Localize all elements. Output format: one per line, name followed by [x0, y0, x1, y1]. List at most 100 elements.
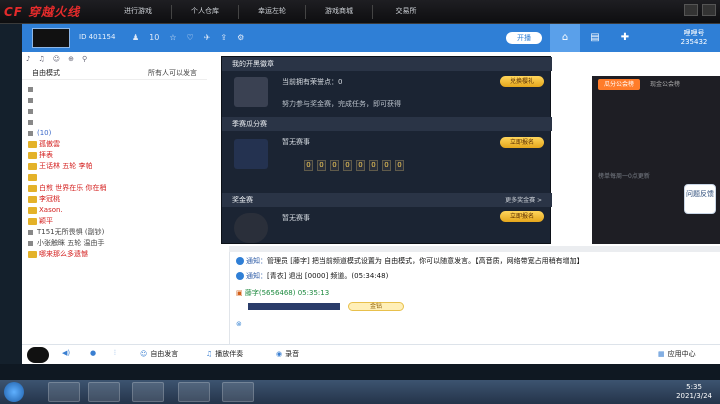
prize-digit: 0: [369, 160, 378, 171]
tree-row[interactable]: Xason.: [28, 205, 207, 216]
taskbar-app-1[interactable]: [48, 382, 80, 402]
add-icon[interactable]: ⊕: [68, 55, 74, 63]
equalizer-icon[interactable]: ⫶: [114, 349, 119, 358]
nav-game-store[interactable]: 游戏商城: [306, 0, 372, 24]
bonus-section: 奖金赛 更多奖金赛 > 暂无赛事 立即报名: [222, 193, 552, 245]
share-icon[interactable]: ⇪: [220, 33, 227, 42]
channel-avatar[interactable]: [32, 28, 70, 48]
prize-digits: 00000000: [304, 160, 404, 171]
nav-exchange[interactable]: 交易所: [373, 0, 439, 24]
member-badge-icon: [28, 162, 37, 170]
bullet-icon: [28, 119, 33, 125]
tree-row[interactable]: 哪来那么多遗憾: [28, 249, 207, 260]
more-bonus-link[interactable]: 更多奖金赛 >: [505, 195, 542, 204]
search-icon[interactable]: ⚲: [82, 55, 87, 63]
favorite-icon[interactable]: ♡: [187, 33, 194, 42]
member-name: (10): [37, 129, 52, 137]
tree-row[interactable]: 李冠桃: [28, 194, 207, 205]
chat-message-3: ▣ 藤字(5656468) 05:35:13: [236, 289, 330, 297]
tree-row[interactable]: [28, 117, 207, 128]
channel-badge: 哩哩号 235432: [680, 29, 708, 46]
member-badge-icon: [28, 195, 37, 203]
volume-icon[interactable]: ◀): [62, 349, 73, 357]
tree-toolbar: ♪ ♫ ☺ ⊕ ⚲: [22, 52, 207, 66]
taskbar-app-2[interactable]: [88, 382, 120, 402]
minimize-button[interactable]: [684, 4, 698, 16]
game-nav: 进行游戏 个人仓库 幸运左轮 游戏商城 交易所: [105, 0, 439, 24]
badge-icon: [234, 77, 268, 107]
activity-panel: 我的开黑徽章 当前拥有荣誉点：0 努力参与奖金赛，完成任务，即可获得 兑换樱礼 …: [221, 56, 552, 245]
trophy-icon: [234, 139, 268, 169]
free-speak-button[interactable]: ☺ 自由发言: [140, 349, 178, 359]
chat-scrollbar[interactable]: [229, 246, 720, 252]
mic-button-icon[interactable]: ●: [90, 349, 99, 357]
tree-row[interactable]: 小张触眯 五轮 温由手: [28, 238, 207, 249]
gold-diamond-badge: 金钻: [348, 302, 404, 311]
tree-row[interactable]: [28, 106, 207, 117]
prize-digit: 0: [330, 160, 339, 171]
mode-header: 自由模式 所有人可以发言: [22, 66, 207, 80]
star-icon[interactable]: ☆: [169, 33, 176, 42]
member-name: 王话林 五轮 李帕: [39, 162, 93, 170]
nav-start-game[interactable]: 进行游戏: [105, 0, 171, 24]
bonus-status: 暂无赛事: [282, 214, 310, 222]
tree-row[interactable]: 拝表: [28, 150, 207, 161]
member-name: 颖平: [39, 217, 53, 225]
tree-row[interactable]: T151无所畏惧 (副钞): [28, 227, 207, 238]
gamepad-tab-icon[interactable]: ✚: [610, 24, 640, 52]
user-icon[interactable]: ☺: [53, 55, 60, 63]
badge-section: 我的开黑徽章 当前拥有荣誉点：0 努力参与奖金赛，完成任务，即可获得 兑换樱礼: [222, 57, 552, 117]
app-center-button[interactable]: ▦ 应用中心: [658, 349, 696, 359]
tree-row[interactable]: [28, 172, 207, 183]
taskbar-app-4[interactable]: [222, 382, 254, 402]
taskbar-app-cf[interactable]: [132, 382, 164, 402]
member-name: 拝表: [39, 151, 53, 159]
prize-digit: 0: [382, 160, 391, 171]
bell-icon[interactable]: ♫: [38, 55, 44, 63]
member-badge-icon: [28, 140, 37, 148]
self-avatar[interactable]: [27, 347, 49, 363]
member-name: 小张触眯 五轮 温由手: [37, 239, 105, 247]
home-tab-icon[interactable]: ⌂: [550, 24, 580, 52]
tree-row[interactable]: 孤傲雲: [28, 139, 207, 150]
bonus-signup-button[interactable]: 立即报名: [500, 211, 544, 222]
maximize-button[interactable]: [702, 4, 716, 16]
gift-icon: ▣: [236, 289, 243, 297]
season-signup-button[interactable]: 立即报名: [500, 137, 544, 148]
nav-warehouse[interactable]: 个人仓库: [172, 0, 238, 24]
tab-cash-guild[interactable]: 现金公会榜: [644, 79, 686, 90]
bullet-icon: [28, 108, 33, 114]
bullet-icon: [28, 229, 33, 235]
tree-row[interactable]: 颖平: [28, 216, 207, 227]
permission-label: 所有人可以发言: [148, 69, 197, 77]
list-tab-icon[interactable]: ▤: [580, 24, 610, 52]
screen: CF 穿越火线 进行游戏 个人仓库 幸运左轮 游戏商城 交易所 ID 40115…: [0, 0, 720, 404]
link-icon[interactable]: ⊗: [236, 320, 242, 328]
accompany-button[interactable]: ♫ 播放伴奏: [206, 349, 243, 359]
member-badge-icon: [28, 173, 37, 181]
honor-points: 当前拥有荣誉点：0: [282, 78, 343, 86]
start-stream-button[interactable]: 开播: [506, 32, 542, 44]
record-button[interactable]: ◉ 录音: [276, 349, 299, 359]
tree-row[interactable]: [28, 84, 207, 95]
member-badge-icon: [28, 151, 37, 159]
system-clock[interactable]: 5:35 2021/3/24: [676, 383, 712, 401]
settings-icon[interactable]: ⚙: [237, 33, 244, 42]
tree-row[interactable]: 王话林 五轮 李帕: [28, 161, 207, 172]
tree-row[interactable]: 白煎 世界在乐 你在梢: [28, 183, 207, 194]
taskbar-app-3[interactable]: [178, 382, 210, 402]
tab-share-guild[interactable]: 瓜分公会榜: [598, 79, 641, 90]
start-button[interactable]: [4, 382, 24, 402]
exchange-button[interactable]: 兑换樱礼: [500, 76, 544, 87]
message-bar: [248, 303, 340, 310]
nav-lucky-wheel[interactable]: 幸运左轮: [239, 0, 305, 24]
badge-hint: 努力参与奖金赛，完成任务，即可获得: [282, 100, 401, 108]
tree-row[interactable]: [28, 95, 207, 106]
plane-icon[interactable]: ✈: [204, 33, 211, 42]
tree-row[interactable]: (10): [28, 128, 207, 139]
bullet-icon: [28, 97, 33, 103]
feedback-button[interactable]: 问题反馈: [684, 184, 716, 214]
member-name: T151无所畏惧 (副钞): [37, 228, 105, 236]
mic-icon[interactable]: ♪: [26, 55, 30, 63]
mode-label: 自由模式: [32, 69, 60, 77]
